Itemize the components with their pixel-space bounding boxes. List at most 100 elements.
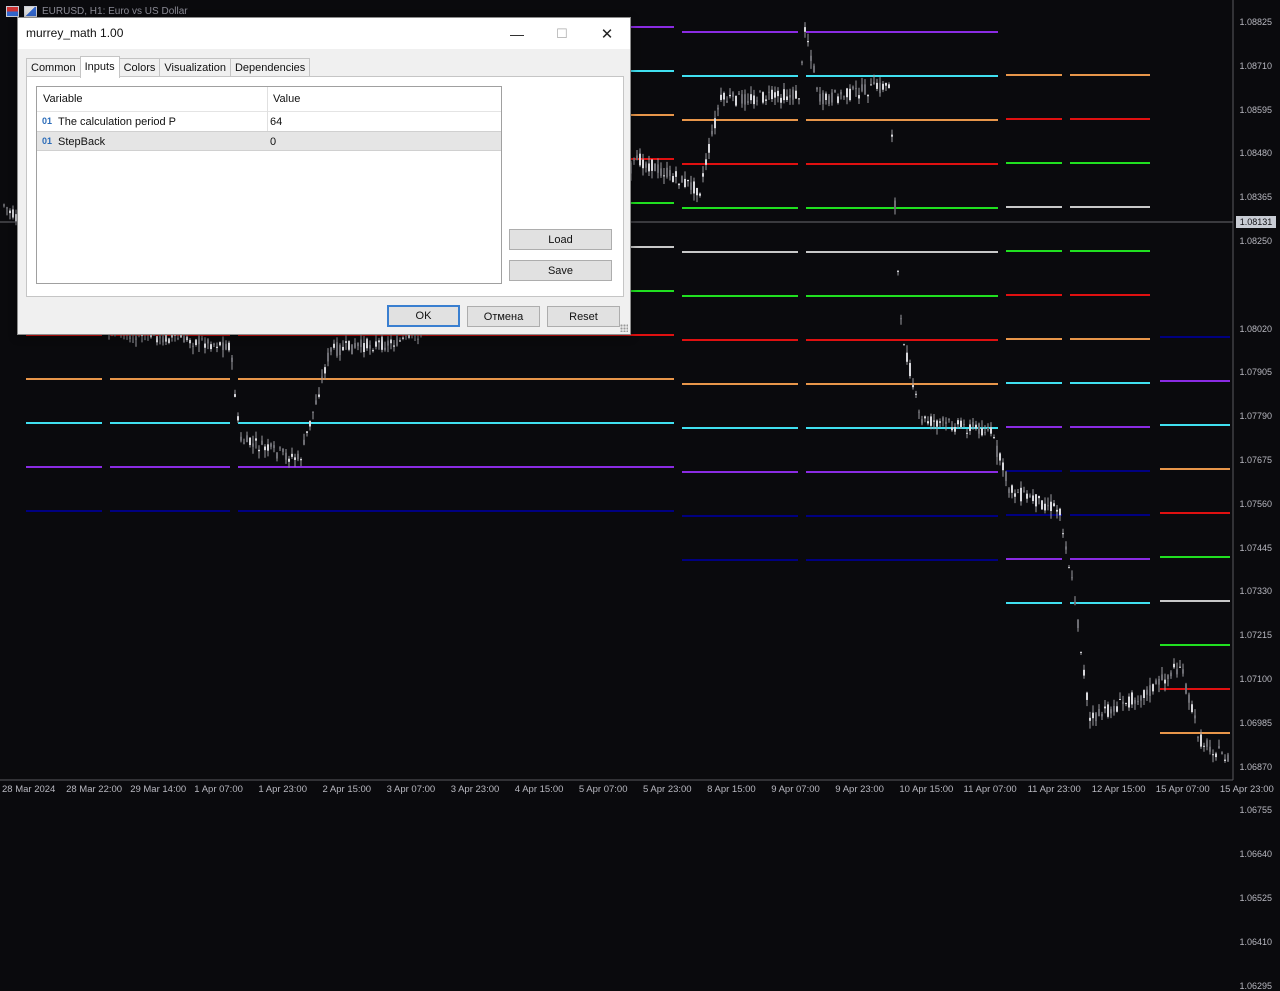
candle-body (249, 437, 251, 446)
candle-body (768, 91, 770, 93)
candle-body (633, 158, 635, 161)
candle-body (1023, 490, 1025, 492)
candle-body (978, 423, 980, 434)
candle-body (684, 178, 686, 187)
table-row[interactable]: 01 StepBack 0 (37, 131, 501, 151)
candle-body (1185, 684, 1187, 694)
candle-body (1029, 495, 1031, 498)
chart-symbol-icon (24, 6, 37, 17)
candle-body (327, 352, 329, 362)
candle-body (738, 93, 740, 95)
candle-body (240, 436, 242, 441)
minimize-icon[interactable]: — (494, 18, 540, 49)
candle-body (825, 93, 827, 101)
maximize-icon[interactable]: ☐ (539, 18, 585, 49)
candle-body (168, 338, 170, 343)
cancel-button[interactable]: Отмена (467, 306, 540, 327)
candle-body (1221, 752, 1223, 755)
candle-body (237, 416, 239, 421)
close-icon[interactable]: ✕ (584, 18, 630, 49)
candle-body (705, 159, 707, 165)
candle-body (660, 168, 662, 176)
candle-body (909, 363, 911, 377)
candle-body (798, 98, 800, 100)
column-header-variable[interactable]: Variable (43, 93, 83, 105)
candle-body (9, 210, 11, 214)
candle-body (1107, 704, 1109, 717)
ok-button[interactable]: OK (387, 305, 460, 327)
candle-body (717, 107, 719, 110)
save-button[interactable]: Save (509, 260, 612, 281)
candle-body (891, 134, 893, 137)
candle-body (921, 419, 923, 424)
candle-body (180, 335, 182, 338)
price-label: 1.06640 (1239, 849, 1272, 860)
tab-common[interactable]: Common (26, 58, 81, 77)
candle-body (204, 343, 206, 348)
time-label: 9 Apr 07:00 (771, 784, 820, 795)
candle-body (309, 420, 311, 427)
candle-body (1137, 701, 1139, 703)
candle-body (369, 345, 371, 349)
candle-body (810, 55, 812, 62)
candle-body (1041, 500, 1043, 510)
candle-body (951, 427, 953, 431)
candle-body (399, 340, 401, 342)
candle-body (903, 344, 905, 346)
tab-colors[interactable]: Colors (118, 58, 161, 77)
tab-visualization[interactable]: Visualization (159, 58, 231, 77)
candle-body (1050, 501, 1052, 512)
row-value[interactable]: 64 (270, 116, 282, 128)
candle-body (672, 176, 674, 182)
candle-body (1194, 715, 1196, 719)
price-label: 1.08250 (1239, 236, 1272, 246)
candle-body (1083, 669, 1085, 676)
candle-body (306, 431, 308, 433)
candle-body (1116, 706, 1118, 712)
candle-body (915, 393, 917, 395)
candle-body (741, 94, 743, 104)
time-label: 28 Mar 22:00 (66, 784, 123, 795)
candle-body (282, 448, 284, 452)
tab-inputs[interactable]: Inputs (79, 56, 120, 78)
time-label: 10 Apr 15:00 (899, 784, 954, 795)
candle-body (954, 427, 956, 432)
candle-body (1068, 567, 1070, 569)
candle-body (1044, 503, 1046, 511)
candle-body (156, 336, 158, 343)
candle-body (1092, 712, 1094, 719)
column-header-value[interactable]: Value (273, 93, 300, 105)
candle-body (702, 173, 704, 177)
table-row[interactable]: 01 The calculation period P 64 (37, 112, 501, 132)
resize-grip-icon[interactable] (620, 324, 628, 332)
candle-body (294, 457, 296, 460)
row-variable: The calculation period P (58, 116, 177, 128)
price-label: 1.06410 (1239, 936, 1272, 947)
candle-body (774, 92, 776, 98)
candle-body (942, 417, 944, 422)
candle-body (714, 118, 716, 129)
candle-body (210, 344, 212, 350)
candle-body (387, 340, 389, 346)
candle-body (894, 200, 896, 209)
candle-body (636, 155, 638, 161)
row-value[interactable]: 0 (270, 136, 276, 148)
price-label: 1.07675 (1239, 455, 1272, 465)
time-label: 15 Apr 23:00 (1219, 784, 1274, 795)
candle-body (939, 421, 941, 423)
candle-body (1203, 745, 1205, 747)
candle-body (708, 144, 710, 153)
price-label: 1.07330 (1239, 586, 1272, 597)
load-button[interactable]: Load (509, 229, 612, 250)
candle-body (753, 95, 755, 105)
candle-body (987, 427, 989, 431)
reset-button[interactable]: Reset (547, 306, 620, 327)
candle-body (996, 445, 998, 457)
candle-body (711, 130, 713, 135)
price-label: 1.07560 (1239, 498, 1272, 509)
candle-body (837, 96, 839, 103)
price-label: 1.08365 (1239, 192, 1272, 203)
tab-dependencies[interactable]: Dependencies (229, 58, 311, 77)
dialog-titlebar[interactable]: murrey_math 1.00 — ☐ ✕ (18, 18, 630, 49)
candle-body (351, 344, 353, 355)
